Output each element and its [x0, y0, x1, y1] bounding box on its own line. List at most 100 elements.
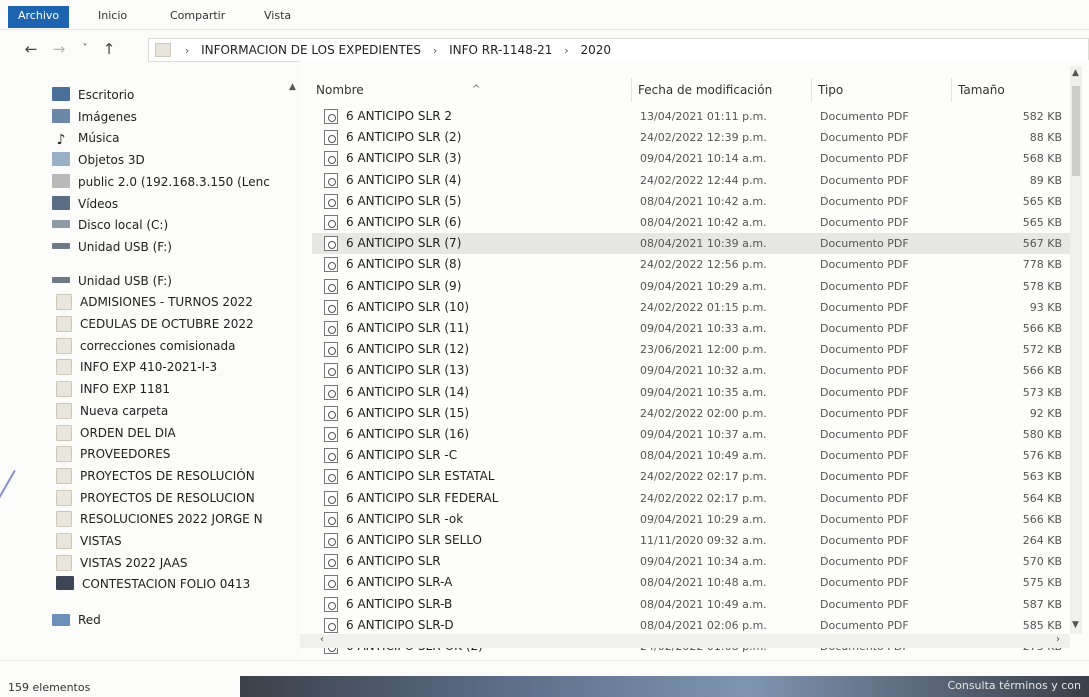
tree-item[interactable]: ADMISIONES - TURNOS 2022 — [56, 291, 300, 313]
address-bar[interactable]: › INFORMACION DE LOS EXPEDIENTES › INFO … — [148, 38, 1089, 62]
file-size: 582 KB — [1022, 110, 1062, 123]
file-row[interactable]: 6 ANTICIPO SLR -C 08/04/2021 10:49 a.m. Do… — [312, 445, 1070, 466]
file-row[interactable]: 6 ANTICIPO SLR (12) 23/06/2021 12:00 p.m.… — [312, 339, 1070, 360]
back-arrow-icon[interactable]: ← — [22, 40, 40, 58]
file-row[interactable]: 6 ANTICIPO SLR ESTATAL 24/02/2022 02:17 p… — [312, 466, 1070, 487]
breadcrumb-item[interactable]: INFO RR-1148-21 — [445, 43, 556, 57]
file-type: Documento PDF — [820, 576, 909, 590]
recent-locations-chevron-icon[interactable]: ˅ — [76, 40, 94, 58]
file-name: 6 ANTICIPO SLR (10) — [346, 299, 470, 314]
file-size: 565 KB — [1022, 216, 1062, 229]
tree-item[interactable]: correcciones comisionada — [56, 335, 300, 357]
column-header-name[interactable]: Nombre ^ — [310, 78, 632, 102]
file-row[interactable]: 6 ANTICIPO SLR (7) 08/04/2021 10:39 a.m. D… — [312, 233, 1070, 255]
tree-item[interactable]: VISTAS — [56, 530, 300, 552]
tree-item[interactable]: VISTAS 2022 JAAS — [56, 552, 300, 574]
tab-archivo[interactable]: Archivo — [8, 6, 70, 28]
tree-item[interactable]: Red — [52, 609, 300, 631]
scroll-up-arrow-icon[interactable]: ▲ — [289, 82, 296, 92]
scroll-up-arrow-icon[interactable]: ▲ — [1072, 68, 1079, 78]
forward-arrow-icon[interactable]: → — [50, 40, 68, 58]
tree-item[interactable]: PROVEEDORES — [56, 443, 300, 465]
file-date: 24/02/2022 12:56 p.m. — [640, 258, 767, 272]
scroll-down-arrow-icon[interactable]: ▼ — [1072, 620, 1079, 630]
file-row[interactable]: 6 ANTICIPO SLR (2) 24/02/2022 12:39 p.m. D… — [312, 127, 1070, 148]
tree-item[interactable]: Unidad USB (F:) — [52, 270, 300, 292]
file-row[interactable]: 6 ANTICIPO SLR -ok 09/04/2021 10:29 a.m. D… — [312, 509, 1070, 530]
file-row[interactable]: 6 ANTICIPO SLR-D 08/04/2021 02:06 p.m. Doc… — [312, 615, 1070, 636]
tree-item-label: Imágenes — [78, 109, 137, 124]
file-type: Documento PDF — [820, 618, 909, 632]
file-date: 09/04/2021 10:29 a.m. — [640, 512, 767, 526]
file-row[interactable]: 6 ANTICIPO SLR (4) 24/02/2022 12:44 p.m. D… — [312, 170, 1070, 191]
file-row[interactable]: 6 ANTICIPO SLR SELLO 11/11/2020 09:32 a.m… — [312, 530, 1070, 551]
tree-item[interactable]: ♪ Música — [52, 127, 300, 149]
file-row[interactable]: 6 ANTICIPO SLR (15) 24/02/2022 02:00 p.m.… — [312, 403, 1070, 424]
file-row[interactable]: 6 ANTICIPO SLR (16) 09/04/2021 10:37 a.m.… — [312, 424, 1070, 445]
horizontal-scrollbar[interactable]: ‹ › — [300, 634, 1070, 648]
column-header-type[interactable]: Tipo — [812, 78, 952, 102]
up-arrow-icon[interactable]: ↑ — [100, 40, 118, 58]
pdf-file-icon — [324, 448, 338, 464]
tree-item[interactable]: ORDEN DEL DIA — [56, 422, 300, 444]
column-header-size[interactable]: Tamaño — [952, 78, 1066, 102]
tree-item[interactable]: Imágenes — [52, 106, 300, 128]
file-row[interactable]: 6 ANTICIPO SLR (9) 09/04/2021 10:29 a.m. D… — [312, 276, 1070, 297]
objects-3d-icon — [52, 152, 70, 167]
tree-item[interactable]: INFO EXP 1181 — [56, 378, 300, 400]
file-row[interactable]: 6 ANTICIPO SLR (5) 08/04/2021 10:42 a.m. D… — [312, 191, 1070, 212]
scrollbar-thumb[interactable] — [1072, 86, 1080, 176]
vertical-scrollbar[interactable]: ▲ ▼ — [1070, 66, 1082, 634]
folder-icon — [56, 381, 72, 398]
file-type: Documento PDF — [820, 279, 909, 293]
scroll-left-arrow-icon[interactable]: ‹ — [320, 634, 324, 645]
breadcrumb-separator-icon: › — [184, 44, 190, 57]
ribbon: Archivo Inicio Compartir Vista — [0, 0, 1089, 30]
file-row[interactable]: 6 ANTICIPO SLR (8) 24/02/2022 12:56 p.m. D… — [312, 254, 1070, 275]
file-row[interactable]: 6 ANTICIPO SLR-B 08/04/2021 10:49 a.m. Doc… — [312, 594, 1070, 615]
file-row[interactable]: 6 ANTICIPO SLR 09/04/2021 10:34 a.m. Docum… — [312, 551, 1070, 572]
tree-item[interactable]: PROYECTOS DE RESOLUCION — [56, 487, 300, 509]
file-row[interactable]: 6 ANTICIPO SLR (13) 09/04/2021 10:32 a.m.… — [312, 360, 1070, 381]
tree-item[interactable]: RESOLUCIONES 2022 JORGE N — [56, 508, 300, 530]
tab-inicio[interactable]: Inicio — [88, 6, 137, 26]
file-row[interactable]: 6 ANTICIPO SLR (14) 09/04/2021 10:35 a.m.… — [312, 382, 1070, 403]
tree-item[interactable]: INFO EXP 410-2021-I-3 — [56, 356, 300, 378]
file-type: Documento PDF — [820, 534, 909, 547]
tree-item-label: Unidad USB (F:) — [78, 239, 172, 254]
file-name: 6 ANTICIPO SLR -ok — [346, 511, 464, 526]
file-row[interactable]: 6 ANTICIPO SLR 2 13/04/2021 01:11 p.m. Doc… — [312, 106, 1070, 127]
scroll-right-arrow-icon[interactable]: › — [1056, 634, 1060, 645]
file-size: 576 KB — [1022, 449, 1062, 463]
tree-item-label: ADMISIONES - TURNOS 2022 — [80, 295, 253, 310]
file-date: 08/04/2021 02:06 p.m. — [640, 618, 767, 632]
file-row[interactable]: 6 ANTICIPO SLR FEDERAL 24/02/2022 02:17 p… — [312, 488, 1070, 509]
pictures-icon — [52, 108, 70, 123]
tree-item[interactable]: PROYECTOS DE RESOLUCIÓN — [56, 465, 300, 487]
file-row[interactable]: 6 ANTICIPO SLR (3) 09/04/2021 10:14 a.m. D… — [312, 148, 1070, 169]
file-row[interactable]: 6 ANTICIPO SLR (6) 08/04/2021 10:42 a.m. D… — [312, 212, 1070, 233]
tree-item[interactable]: Vídeos — [52, 193, 300, 215]
tree-item[interactable]: CONTESTACION FOLIO 0413 — [56, 573, 300, 595]
tree-item[interactable]: Objetos 3D — [52, 149, 300, 171]
breadcrumb-item[interactable]: INFORMACION DE LOS EXPEDIENTES — [197, 43, 425, 57]
file-name: 6 ANTICIPO SLR (5) — [346, 193, 462, 208]
tab-vista[interactable]: Vista — [254, 6, 301, 26]
file-type: Documento PDF — [820, 322, 909, 335]
pdf-file-icon — [324, 257, 338, 273]
tree-item[interactable]: Unidad USB (F:) — [52, 236, 300, 258]
column-header-date[interactable]: Fecha de modificación — [632, 78, 812, 102]
tree-item[interactable]: Escritorio — [52, 84, 300, 106]
pdf-file-icon — [324, 575, 338, 591]
tree-item[interactable]: public 2.0 (192.168.3.150 (Lenc — [52, 171, 300, 193]
file-name: 6 ANTICIPO SLR (14) — [346, 384, 470, 399]
file-row[interactable]: 6 ANTICIPO SLR-A 08/04/2021 10:48 a.m. Doc… — [312, 572, 1070, 593]
file-row[interactable]: 6 ANTICIPO SLR (11) 09/04/2021 10:33 a.m.… — [312, 318, 1070, 339]
file-size: 573 KB — [1022, 385, 1062, 399]
breadcrumb-item[interactable]: 2020 — [577, 43, 616, 57]
tree-item[interactable]: Nueva carpeta — [56, 400, 300, 422]
file-row[interactable]: 6 ANTICIPO SLR (10) 24/02/2022 01:15 p.m.… — [312, 297, 1070, 318]
tree-item[interactable]: CEDULAS DE OCTUBRE 2022 — [56, 313, 300, 335]
tab-compartir[interactable]: Compartir — [160, 6, 235, 26]
tree-item[interactable]: Disco local (C:) — [52, 214, 300, 236]
